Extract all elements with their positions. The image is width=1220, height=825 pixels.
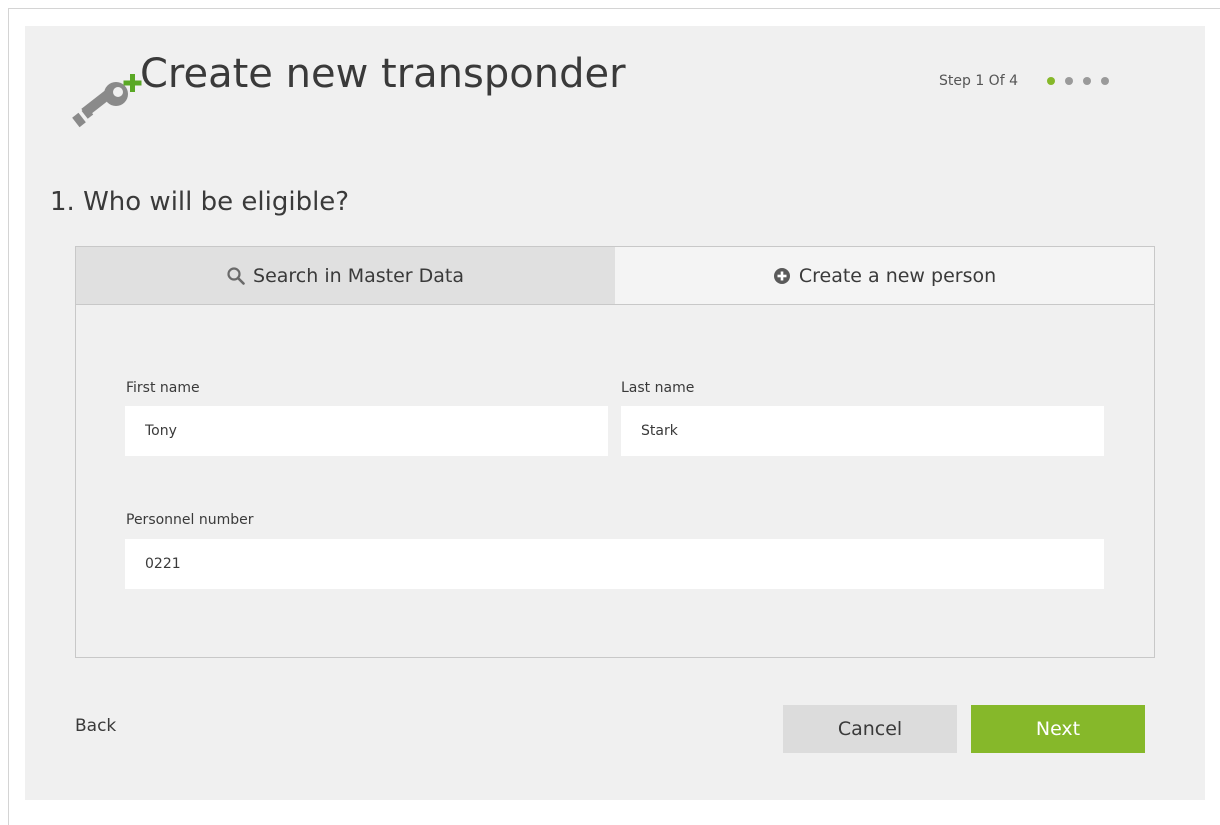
step-question: 1. Who will be eligible? <box>50 187 350 217</box>
key-add-icon <box>72 74 142 128</box>
last-name-label: Last name <box>621 380 695 396</box>
step-progress-dots <box>1047 77 1109 85</box>
step-dot-3 <box>1083 77 1091 85</box>
personnel-number-input[interactable] <box>125 539 1104 589</box>
back-link[interactable]: Back <box>75 714 116 738</box>
tab-create-new-person[interactable]: Create a new person <box>615 247 1154 304</box>
person-selection-panel: Search in Master Data Create a new perso… <box>75 246 1155 658</box>
first-name-input[interactable] <box>125 406 608 456</box>
page-title: Create new transponder <box>140 51 626 97</box>
next-button[interactable]: Next <box>971 705 1145 753</box>
plus-circle-icon <box>773 267 790 284</box>
tab-bar: Search in Master Data Create a new perso… <box>76 247 1154 305</box>
tab-create-label: Create a new person <box>798 264 997 287</box>
step-dot-2 <box>1065 77 1073 85</box>
first-name-label: First name <box>126 380 200 396</box>
wizard-dialog: Create new transponder Step 1 Of 4 1. Wh… <box>25 26 1205 800</box>
step-indicator-label: Step 1 Of 4 <box>939 73 1018 89</box>
tab-search-master-data[interactable]: Search in Master Data <box>76 247 615 304</box>
search-icon <box>227 266 245 285</box>
cancel-button[interactable]: Cancel <box>783 705 957 753</box>
last-name-input[interactable] <box>621 406 1104 456</box>
tab-search-label: Search in Master Data <box>253 264 464 287</box>
personnel-number-label: Personnel number <box>126 512 254 528</box>
step-dot-1 <box>1047 77 1055 85</box>
step-dot-4 <box>1101 77 1109 85</box>
